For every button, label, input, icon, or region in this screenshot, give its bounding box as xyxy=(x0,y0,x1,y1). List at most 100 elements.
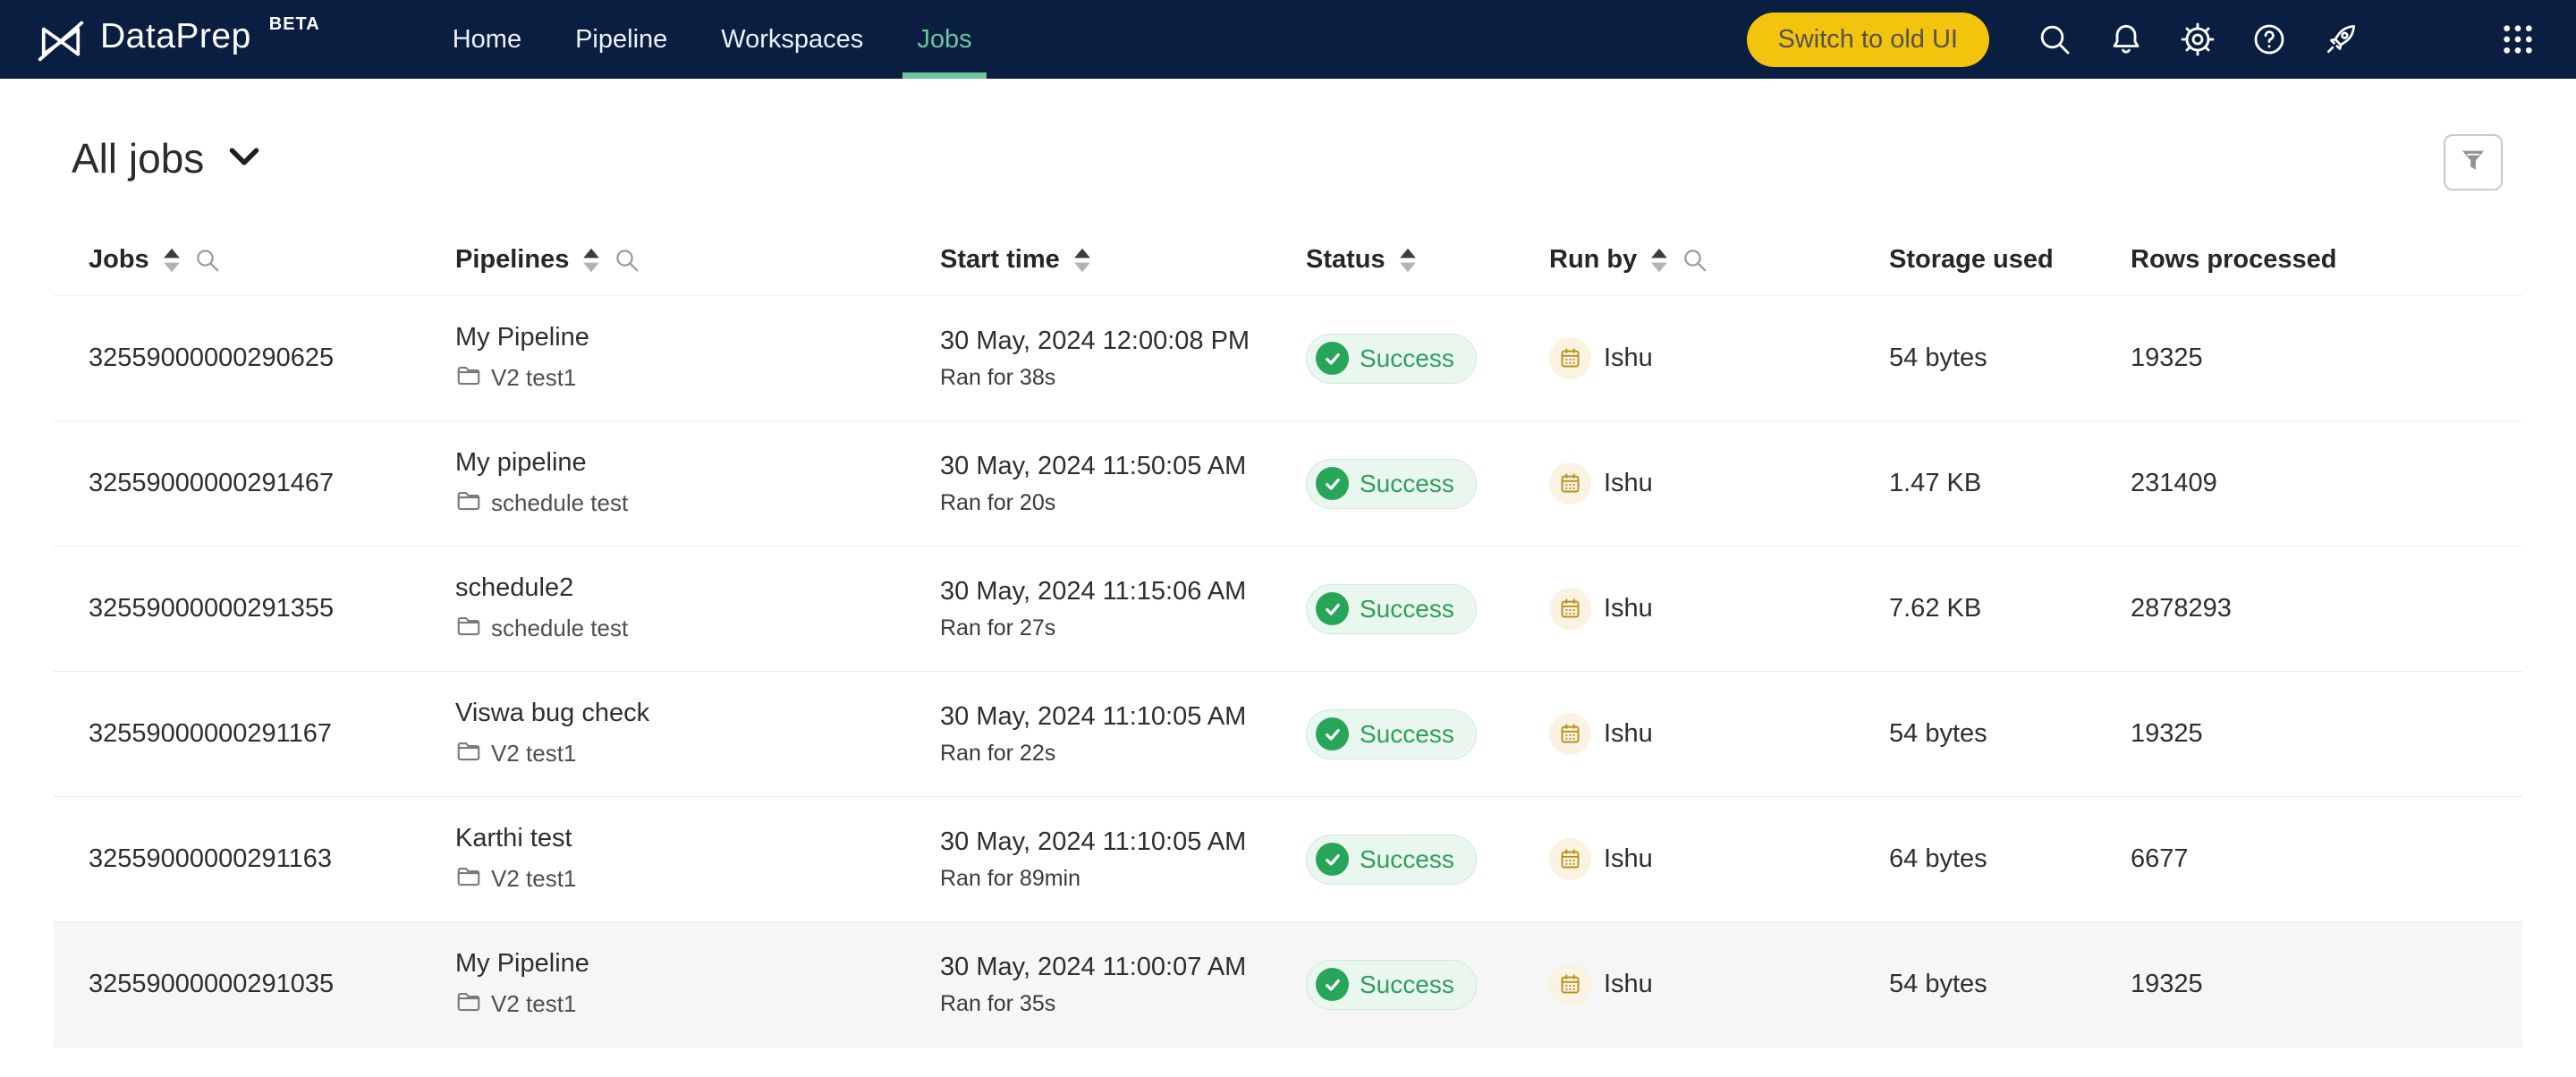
sort-icon[interactable] xyxy=(1649,247,1669,274)
schedule-calendar-icon xyxy=(1549,713,1591,755)
run-by-cell: Ishu xyxy=(1549,963,1889,1005)
column-header-storage-used: Storage used xyxy=(1889,245,2131,275)
run-by-user: Ishu xyxy=(1604,594,1653,623)
status-cell: Success xyxy=(1306,583,1549,634)
success-check-icon xyxy=(1316,843,1349,876)
start-time-cell: 30 May, 2024 11:10:05 AM Ran for 89min xyxy=(940,827,1306,893)
workspace-name: schedule test xyxy=(491,615,629,642)
column-search-icon[interactable] xyxy=(194,247,221,274)
workspace-name: V2 test1 xyxy=(491,865,577,893)
status-badge: Success xyxy=(1306,834,1477,885)
search-icon[interactable] xyxy=(2036,21,2073,58)
status-label: Success xyxy=(1360,719,1454,748)
job-id-cell: 32559000000290625 xyxy=(89,343,455,373)
run-by-cell: Ishu xyxy=(1549,462,1889,505)
column-header-label: Storage used xyxy=(1889,245,2054,274)
job-row[interactable]: 32559000000291163 Karthi test V2 test1 3… xyxy=(54,797,2522,922)
workspace-name: V2 test1 xyxy=(491,740,577,767)
storage-used: 54 bytes xyxy=(1889,719,1987,748)
rows-processed: 19325 xyxy=(2131,719,2203,748)
nav-item-label: Workspaces xyxy=(721,24,864,54)
rows-processed: 19325 xyxy=(2131,343,2203,372)
nav-item-workspaces[interactable]: Workspaces xyxy=(694,0,890,79)
schedule-calendar-icon xyxy=(1549,963,1591,1005)
run-duration: Ran for 89min xyxy=(940,866,1081,892)
status-label: Success xyxy=(1360,970,1454,998)
nav-item-pipeline[interactable]: Pipeline xyxy=(548,0,694,79)
job-id: 32559000000291163 xyxy=(89,844,333,873)
column-header-pipelines: Pipelines xyxy=(455,245,940,275)
whats-new-rocket-icon[interactable] xyxy=(2322,21,2360,58)
folder-icon xyxy=(455,612,482,645)
pipeline-cell: Viswa bug check V2 test1 xyxy=(455,698,940,771)
column-header-label: Run by xyxy=(1549,245,1638,274)
folder-icon xyxy=(455,737,482,770)
sort-icon[interactable] xyxy=(581,247,601,274)
rows-processed: 231409 xyxy=(2131,469,2217,497)
beta-badge: BETA xyxy=(268,13,320,34)
brand-logo[interactable]: DataPrep BETA xyxy=(36,9,320,71)
settings-gear-icon[interactable] xyxy=(2179,21,2216,58)
job-row[interactable]: 32559000000291467 My pipeline schedule t… xyxy=(54,421,2522,547)
status-label: Success xyxy=(1360,343,1454,372)
job-row[interactable]: 32559000000291167 Viswa bug check V2 tes… xyxy=(54,672,2522,797)
success-check-icon xyxy=(1316,342,1349,375)
job-row[interactable]: 32559000000291035 My Pipeline V2 test1 3… xyxy=(54,922,2522,1047)
column-header-label: Pipelines xyxy=(455,245,570,274)
column-search-icon[interactable] xyxy=(614,247,640,274)
nav-links: Home Pipeline Workspaces Jobs xyxy=(426,0,999,79)
storage-used-cell: 1.47 KB xyxy=(1889,469,2131,498)
start-time: 30 May, 2024 11:10:05 AM xyxy=(940,827,1247,856)
workspace-name: V2 test1 xyxy=(491,990,577,1018)
job-row[interactable]: 32559000000290625 My Pipeline V2 test1 3… xyxy=(54,296,2522,421)
brand-name: DataPrep xyxy=(100,16,251,55)
user-avatar[interactable] xyxy=(2394,4,2465,75)
column-search-icon[interactable] xyxy=(1682,247,1708,274)
jobs-table: Jobs Pipelines Start time Status Run by … xyxy=(54,225,2522,1047)
status-badge: Success xyxy=(1306,708,1477,759)
status-cell: Success xyxy=(1306,834,1549,885)
job-id-cell: 32559000000291163 xyxy=(89,844,455,874)
run-by-cell: Ishu xyxy=(1549,838,1889,880)
rows-processed-cell: 2878293 xyxy=(2131,594,2487,623)
help-icon[interactable] xyxy=(2250,21,2288,58)
job-id: 32559000000290625 xyxy=(89,343,335,372)
job-id-cell: 32559000000291035 xyxy=(89,970,455,999)
nav-item-home[interactable]: Home xyxy=(426,0,548,79)
schedule-calendar-icon xyxy=(1549,462,1591,505)
status-label: Success xyxy=(1360,594,1454,623)
jobs-view-dropdown[interactable]: All jobs xyxy=(72,134,259,182)
pipeline-cell: My Pipeline V2 test1 xyxy=(455,948,940,1022)
pipeline-name: My pipeline xyxy=(455,447,587,477)
workspace-name: V2 test1 xyxy=(491,364,577,392)
run-by-cell: Ishu xyxy=(1549,337,1889,379)
column-header-label: Start time xyxy=(940,245,1060,274)
storage-used-cell: 64 bytes xyxy=(1889,844,2131,874)
start-time-cell: 30 May, 2024 11:15:06 AM Ran for 27s xyxy=(940,576,1306,642)
start-time: 30 May, 2024 11:50:05 AM xyxy=(940,451,1247,480)
run-by-user: Ishu xyxy=(1604,844,1653,874)
start-time-cell: 30 May, 2024 11:00:07 AM Ran for 35s xyxy=(940,952,1306,1018)
column-header-status: Status xyxy=(1306,245,1549,275)
rows-processed-cell: 19325 xyxy=(2131,970,2487,999)
status-label: Success xyxy=(1360,844,1454,873)
storage-used-cell: 7.62 KB xyxy=(1889,594,2131,623)
storage-used-cell: 54 bytes xyxy=(1889,970,2131,999)
apps-grid-icon[interactable] xyxy=(2499,21,2537,58)
storage-used: 1.47 KB xyxy=(1889,469,1982,497)
sort-icon[interactable] xyxy=(1072,247,1092,274)
sort-icon[interactable] xyxy=(1398,247,1418,274)
page-header: All jobs xyxy=(0,79,2576,193)
sort-icon[interactable] xyxy=(162,247,182,274)
status-badge: Success xyxy=(1306,583,1477,634)
job-id-cell: 32559000000291355 xyxy=(89,594,455,623)
switch-to-old-ui-button[interactable]: Switch to old UI xyxy=(1746,12,1989,67)
schedule-calendar-icon xyxy=(1549,588,1591,630)
pipeline-name: My Pipeline xyxy=(455,948,589,978)
job-row[interactable]: 32559000000291355 schedule2 schedule tes… xyxy=(54,547,2522,672)
nav-item-jobs[interactable]: Jobs xyxy=(890,0,998,79)
notifications-bell-icon[interactable] xyxy=(2107,21,2145,58)
job-id: 32559000000291355 xyxy=(89,594,335,623)
job-id: 32559000000291467 xyxy=(89,469,335,497)
filter-button[interactable] xyxy=(2444,134,2503,191)
